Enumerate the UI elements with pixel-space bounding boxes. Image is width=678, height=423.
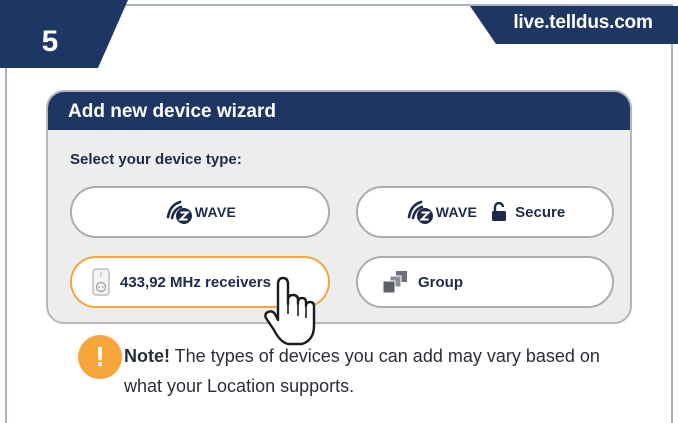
note-text: Note! The types of devices you can add m… [124,341,624,401]
host-label: live.telldus.com [513,12,653,33]
zwave-logo-icon [407,200,433,224]
exclamation-icon: ! [78,335,122,379]
frame-right-border [671,4,673,423]
zwave-logo: WAVE [405,199,477,225]
note-bold: Note! [124,346,170,366]
group-stack-icon [382,271,407,294]
device-type-433mhz-label: 433,92 MHz receivers [120,273,271,291]
add-device-wizard: Add new device wizard Select your device… [46,90,632,324]
hand-pointer-icon [264,276,316,346]
step-number: 5 [41,25,59,58]
zwave-logo-text: WAVE [435,204,478,220]
device-type-zwave-button[interactable]: WAVE [70,186,330,238]
zwave-logo: WAVE [164,199,236,225]
wizard-subtitle: Select your device type: [70,151,242,168]
note-body: The types of devices you can add may var… [124,346,600,396]
zwave-logo-text: WAVE [194,204,237,220]
lock-open-icon [492,202,507,221]
device-type-zwave-secure-button[interactable]: WAVE Secure [356,186,614,238]
zwave-logo-icon [166,200,192,224]
device-type-group-button[interactable]: Group [356,256,614,308]
device-type-group-label: Group [418,273,463,291]
plug-receiver-icon [92,268,110,296]
secure-label: Secure [515,203,566,221]
wizard-title: Add new device wizard [48,92,630,130]
